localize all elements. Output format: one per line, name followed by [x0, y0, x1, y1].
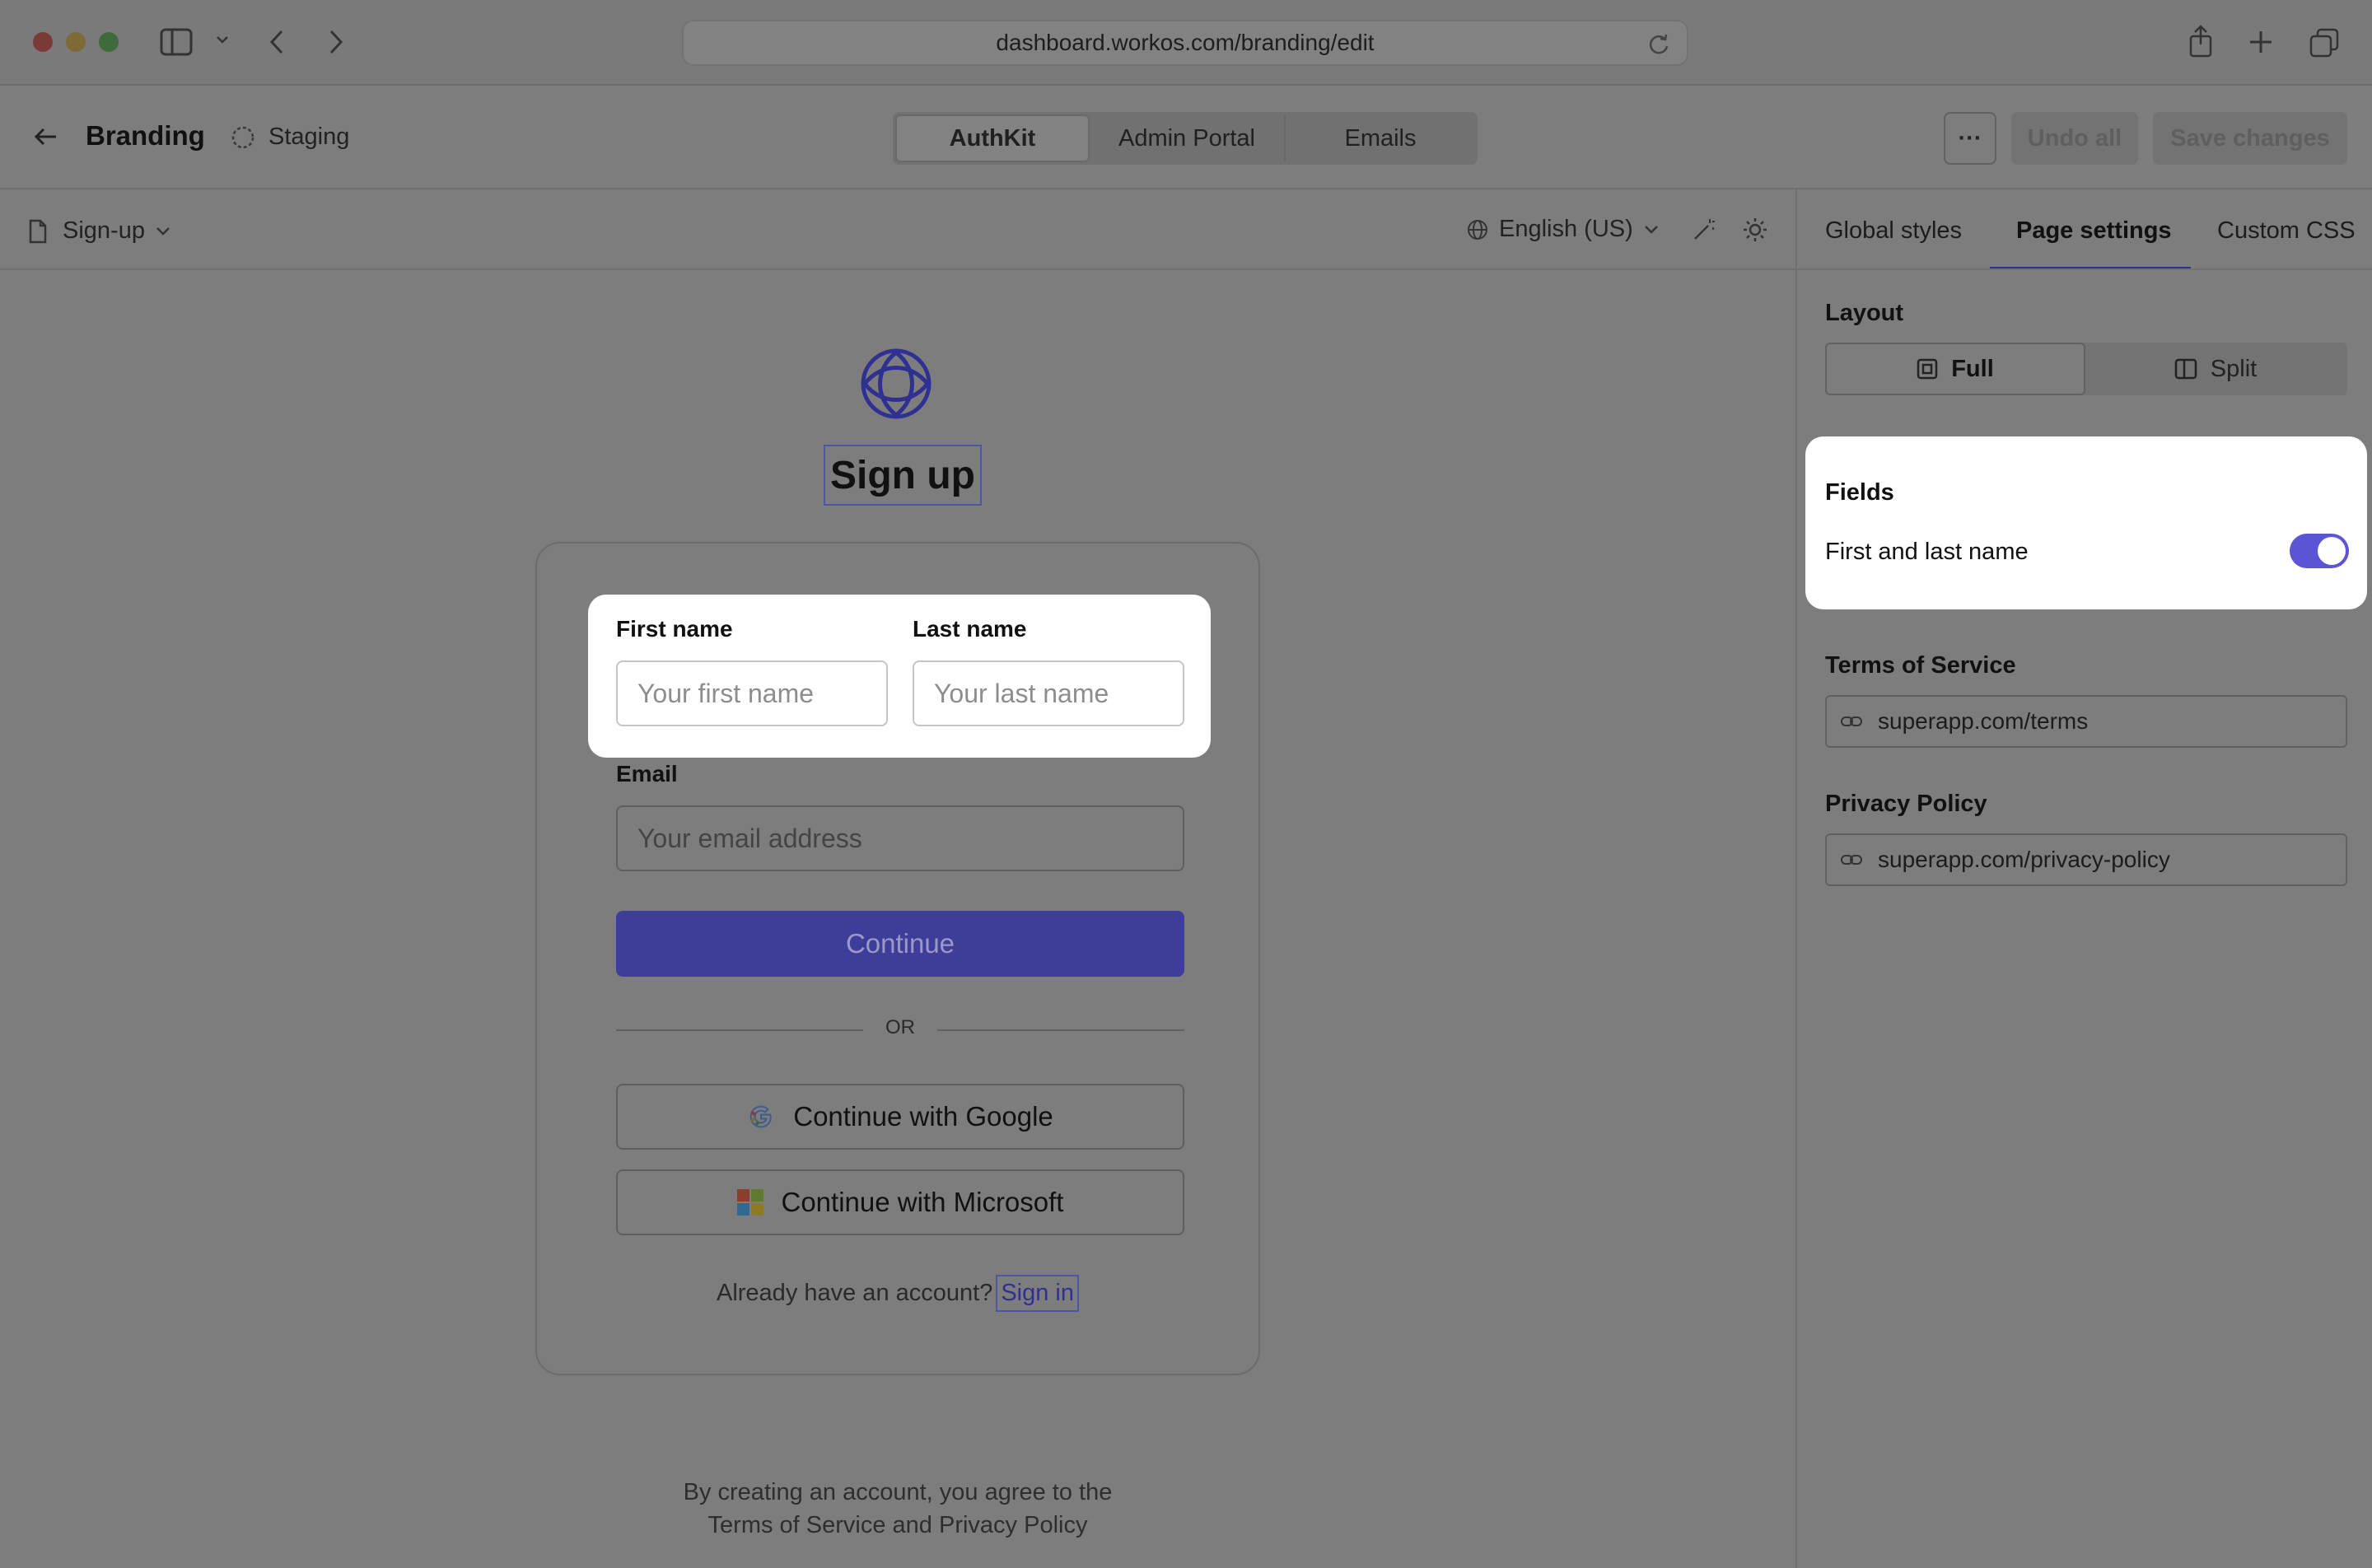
email-input[interactable]: Your email address [616, 805, 1184, 871]
app-header: Branding Staging AuthKit Admin Portal Em… [0, 86, 2372, 189]
back-icon[interactable] [267, 28, 287, 56]
continue-button[interactable]: Continue [616, 911, 1184, 977]
chevron-down-icon [155, 226, 171, 237]
first-name-input[interactable]: Your first name [616, 660, 888, 726]
tab-emails[interactable]: Emails [1286, 114, 1475, 162]
link-icon [1840, 715, 1863, 728]
sign-in-prompt: Already have an account? Sign in [537, 1275, 1258, 1312]
layout-selector: Full Split [1825, 343, 2347, 395]
language-label: English (US) [1499, 216, 1633, 242]
email-label: Email [616, 761, 678, 786]
last-name-input[interactable]: Your last name [913, 660, 1184, 726]
tos-section-title: Terms of Service [1825, 652, 2016, 679]
close-window-button[interactable] [33, 32, 53, 52]
toggle-knob [2318, 537, 2346, 565]
fields-section-title: Fields [1825, 479, 1894, 506]
page-icon [28, 219, 48, 244]
legal-line-1: By creating an account, you agree to the [683, 1479, 1113, 1505]
layout-full-label: Full [1951, 355, 1994, 382]
tab-global-styles[interactable]: Global styles [1825, 217, 1962, 245]
maximize-window-button[interactable] [99, 32, 119, 52]
split-layout-icon [2174, 358, 2197, 380]
brand-logo-icon [860, 348, 932, 420]
legal-line-2[interactable]: Terms of Service and Privacy Policy [0, 1509, 1795, 1542]
save-changes-button[interactable]: Save changes [2153, 112, 2347, 165]
microsoft-button-label: Continue with Microsoft [781, 1187, 1064, 1217]
privacy-section-title: Privacy Policy [1825, 791, 1987, 817]
full-layout-icon [1917, 358, 1938, 380]
layout-split-option[interactable]: Split [2085, 343, 2346, 395]
reload-icon[interactable] [1647, 33, 1670, 56]
tab-custom-css[interactable]: Custom CSS [2217, 217, 2356, 245]
account-prompt-text: Already have an account? [716, 1280, 993, 1306]
page-select[interactable]: Sign-up [63, 217, 171, 245]
language-select[interactable]: English (US) [1466, 216, 1660, 243]
preview-canvas: Sign up First name Your first name Last … [0, 270, 1795, 1568]
layout-split-label: Split [2210, 355, 2258, 382]
page-title: Branding [86, 120, 205, 151]
google-signin-button[interactable]: Continue with Google [616, 1084, 1184, 1150]
google-icon [747, 1103, 775, 1131]
url-text: dashboard.workos.com/branding/edit [996, 30, 1375, 55]
settings-panel: Global styles Page settings Custom CSS L… [1795, 189, 2372, 1568]
editor-toolbar: Sign-up English (US) [0, 189, 1795, 270]
google-button-label: Continue with Google [793, 1101, 1053, 1132]
magic-wand-icon[interactable] [1692, 217, 1716, 242]
share-icon[interactable] [2188, 25, 2214, 58]
tab-admin-portal[interactable]: Admin Portal [1090, 114, 1286, 162]
environment-label[interactable]: Staging [268, 124, 349, 151]
signup-card: First name Your first name Last name You… [535, 542, 1260, 1375]
address-bar[interactable]: dashboard.workos.com/branding/edit [682, 20, 1688, 66]
or-divider-text: OR [885, 1016, 915, 1038]
tos-url-value: superapp.com/terms [1878, 708, 2089, 734]
first-last-name-toggle[interactable] [2290, 534, 2349, 568]
microsoft-signin-button[interactable]: Continue with Microsoft [616, 1169, 1184, 1235]
product-tabs: AuthKit Admin Portal Emails [893, 112, 1478, 165]
name-fields-highlight: First name Your first name Last name You… [588, 595, 1211, 758]
microsoft-icon [736, 1189, 763, 1216]
legal-text: By creating an account, you agree to the… [0, 1476, 1795, 1542]
tos-url-input[interactable]: superapp.com/terms [1825, 695, 2347, 748]
forward-icon[interactable] [326, 28, 346, 56]
page-select-label: Sign-up [63, 217, 145, 244]
back-arrow-icon[interactable] [33, 125, 59, 148]
signup-heading[interactable]: Sign up [824, 445, 982, 506]
tabs-divider [1797, 268, 2372, 270]
layout-section-title: Layout [1825, 300, 1904, 326]
divider-line-left [616, 1029, 863, 1031]
sign-in-link[interactable]: Sign in [996, 1275, 1079, 1312]
chevron-down-icon [1643, 224, 1660, 236]
environment-icon [231, 125, 255, 150]
tab-overview-icon[interactable] [2309, 28, 2339, 58]
theme-sun-icon[interactable] [1743, 217, 1767, 242]
first-last-name-label: First and last name [1825, 539, 2029, 565]
layout-full-option[interactable]: Full [1825, 343, 2085, 395]
privacy-url-value: superapp.com/privacy-policy [1878, 847, 2170, 872]
new-tab-icon[interactable] [2248, 30, 2273, 54]
privacy-url-input[interactable]: superapp.com/privacy-policy [1825, 833, 2347, 886]
last-name-label: Last name [913, 616, 1027, 642]
minimize-window-button[interactable] [66, 32, 86, 52]
browser-chrome: dashboard.workos.com/branding/edit [0, 0, 2372, 86]
tab-page-settings[interactable]: Page settings [2016, 217, 2172, 245]
undo-all-button[interactable]: Undo all [2011, 112, 2138, 165]
chevron-down-icon[interactable] [216, 35, 229, 44]
globe-icon [1466, 218, 1489, 241]
more-options-button[interactable]: ··· [1944, 112, 1996, 165]
sidebar-toggle-icon[interactable] [160, 28, 193, 56]
divider-line-right [937, 1029, 1184, 1031]
link-icon [1840, 853, 1863, 866]
tab-authkit[interactable]: AuthKit [895, 114, 1090, 162]
fields-section-highlight: Fields First and last name [1805, 436, 2367, 609]
first-name-label: First name [616, 616, 733, 642]
